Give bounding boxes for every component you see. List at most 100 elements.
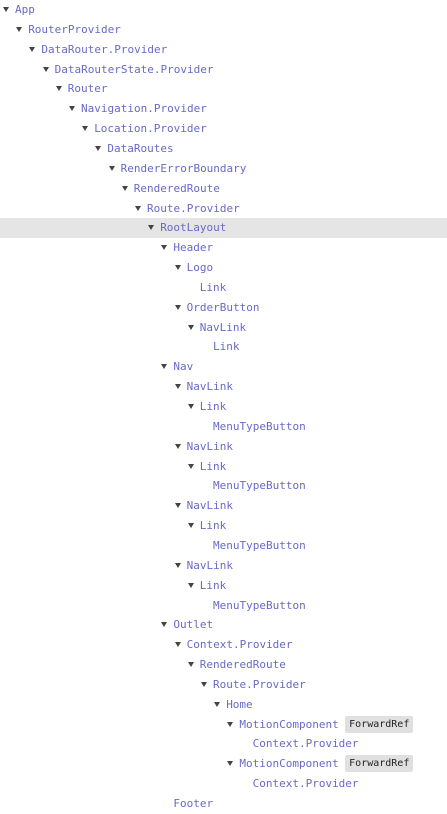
tree-node-label: DataRoutes bbox=[107, 141, 174, 155]
tree-node-label: DataRouter.Provider bbox=[41, 42, 168, 56]
tree-node-label: RenderedRoute bbox=[199, 658, 286, 672]
tree-node-label: RenderedRoute bbox=[133, 181, 220, 195]
collapse-arrow-icon[interactable] bbox=[42, 66, 49, 72]
collapse-arrow-icon[interactable] bbox=[121, 185, 128, 191]
tree-node[interactable]: Location.Provider bbox=[0, 119, 447, 139]
collapse-arrow-icon[interactable] bbox=[3, 7, 9, 12]
tree-node-label: Link bbox=[199, 280, 227, 294]
tree-node[interactable]: Logo bbox=[0, 258, 447, 278]
collapse-arrow-icon[interactable] bbox=[29, 46, 36, 52]
tree-node[interactable]: DataRouter.Provider bbox=[0, 40, 447, 60]
collapse-arrow-icon[interactable] bbox=[161, 622, 168, 628]
tree-node[interactable]: Nav bbox=[0, 357, 447, 377]
tree-node[interactable]: Link bbox=[0, 516, 447, 536]
tree-node-label: Navigation.Provider bbox=[81, 102, 207, 116]
tree-node[interactable]: Route.Provider bbox=[0, 675, 447, 695]
tree-node[interactable]: RootLayout bbox=[0, 218, 447, 239]
tree-node[interactable]: Context.Provider bbox=[0, 635, 447, 655]
tree-node-label: Route.Provider bbox=[147, 201, 240, 215]
collapse-arrow-icon[interactable] bbox=[16, 26, 23, 32]
tree-node-label: Link bbox=[199, 400, 227, 413]
tree-node[interactable]: Link bbox=[0, 576, 447, 596]
tree-node-label: RootLayout bbox=[160, 221, 227, 235]
collapse-arrow-icon[interactable] bbox=[227, 721, 234, 727]
tree-node-label: Context.Provider bbox=[252, 737, 359, 751]
collapse-arrow-icon[interactable] bbox=[174, 642, 181, 648]
tree-node-label: OrderButton bbox=[186, 300, 260, 314]
tree-node[interactable]: DataRoutes bbox=[0, 139, 447, 159]
collapse-arrow-icon[interactable] bbox=[55, 86, 62, 92]
collapse-arrow-icon[interactable] bbox=[174, 503, 181, 509]
tree-node[interactable]: Link bbox=[0, 278, 447, 298]
collapse-arrow-icon[interactable] bbox=[108, 165, 115, 171]
tree-node[interactable]: NavLink bbox=[0, 496, 447, 516]
collapse-arrow-icon[interactable] bbox=[187, 404, 194, 409]
collapse-arrow-icon[interactable] bbox=[161, 245, 168, 251]
tree-node-label: NavLink bbox=[186, 380, 233, 394]
collapse-arrow-icon[interactable] bbox=[174, 443, 181, 449]
tree-node[interactable]: App bbox=[0, 0, 447, 20]
tree-node[interactable]: Context.Provider bbox=[0, 774, 447, 794]
collapse-arrow-icon[interactable] bbox=[201, 681, 207, 687]
tree-node[interactable]: Link bbox=[0, 457, 447, 477]
tree-node[interactable]: Router bbox=[0, 79, 447, 99]
tree-node[interactable]: RenderedRoute bbox=[0, 655, 447, 675]
tree-node-label: RenderErrorBoundary bbox=[120, 161, 247, 175]
tree-node[interactable]: Navigation.Provider bbox=[0, 99, 447, 119]
tree-node[interactable]: MotionComponent ForwardRef bbox=[0, 715, 447, 735]
tree-node[interactable]: Outlet bbox=[0, 615, 447, 635]
collapse-arrow-icon[interactable] bbox=[187, 582, 194, 588]
forwardref-badge: ForwardRef bbox=[345, 715, 414, 733]
tree-node[interactable]: OrderButton bbox=[0, 298, 447, 318]
collapse-arrow-icon[interactable] bbox=[187, 523, 194, 529]
tree-node-label: Link bbox=[199, 578, 227, 592]
tree-node[interactable]: Header bbox=[0, 238, 447, 258]
tree-node[interactable]: Footer bbox=[0, 794, 447, 814]
tree-node-label: Home bbox=[226, 697, 253, 711]
tree-node[interactable]: MotionComponent ForwardRef bbox=[0, 754, 447, 774]
collapse-arrow-icon[interactable] bbox=[161, 364, 168, 370]
collapse-arrow-icon[interactable] bbox=[135, 205, 141, 211]
collapse-arrow-icon[interactable] bbox=[148, 225, 155, 231]
tree-node[interactable]: Context.Provider bbox=[0, 734, 447, 754]
collapse-arrow-icon[interactable] bbox=[82, 126, 89, 132]
tree-node-label: Link bbox=[213, 340, 240, 354]
collapse-arrow-icon[interactable] bbox=[174, 304, 181, 310]
collapse-arrow-icon[interactable] bbox=[174, 562, 181, 568]
collapse-arrow-icon[interactable] bbox=[69, 106, 75, 112]
collapse-arrow-icon[interactable] bbox=[187, 463, 194, 469]
collapse-arrow-icon[interactable] bbox=[187, 324, 194, 330]
tree-node[interactable]: NavLink bbox=[0, 377, 447, 397]
tree-node[interactable]: Link bbox=[0, 337, 447, 357]
tree-node[interactable]: Link bbox=[0, 397, 447, 417]
tree-node-label: MotionComponent bbox=[239, 757, 339, 771]
tree-node-label: Link bbox=[199, 459, 227, 473]
tree-node-label: NavLink bbox=[199, 320, 247, 334]
tree-node[interactable]: RouterProvider bbox=[0, 20, 447, 40]
component-tree: App RouterProvider DataRouter.Provider Data… bbox=[0, 0, 447, 812]
tree-node[interactable]: Route.Provider bbox=[0, 199, 447, 219]
collapse-arrow-icon[interactable] bbox=[174, 384, 181, 390]
tree-node[interactable]: MenuTypeButton bbox=[0, 596, 447, 616]
tree-node[interactable]: NavLink bbox=[0, 318, 447, 338]
tree-node[interactable]: Home bbox=[0, 695, 447, 715]
tree-node[interactable]: DataRouterState.Provider bbox=[0, 60, 447, 80]
tree-node[interactable]: MenuTypeButton bbox=[0, 536, 447, 556]
tree-node-label: Nav bbox=[173, 360, 194, 374]
tree-node[interactable]: MenuTypeButton bbox=[0, 417, 447, 437]
tree-node-label: MenuTypeButton bbox=[213, 419, 306, 433]
tree-node[interactable]: NavLink bbox=[0, 556, 447, 576]
tree-node[interactable]: RenderedRoute bbox=[0, 179, 447, 199]
tree-node[interactable]: MenuTypeButton bbox=[0, 476, 447, 496]
tree-node-label: NavLink bbox=[186, 558, 233, 572]
tree-node-label: MenuTypeButton bbox=[213, 538, 306, 552]
tree-node-label: MotionComponent bbox=[239, 717, 339, 731]
tree-node-label: App bbox=[15, 3, 35, 16]
tree-node[interactable]: NavLink bbox=[0, 437, 447, 457]
collapse-arrow-icon[interactable] bbox=[187, 662, 194, 668]
collapse-arrow-icon[interactable] bbox=[95, 145, 102, 151]
collapse-arrow-icon[interactable] bbox=[227, 761, 234, 767]
collapse-arrow-icon[interactable] bbox=[214, 701, 221, 707]
tree-node[interactable]: RenderErrorBoundary bbox=[0, 159, 447, 179]
collapse-arrow-icon[interactable] bbox=[174, 265, 181, 271]
